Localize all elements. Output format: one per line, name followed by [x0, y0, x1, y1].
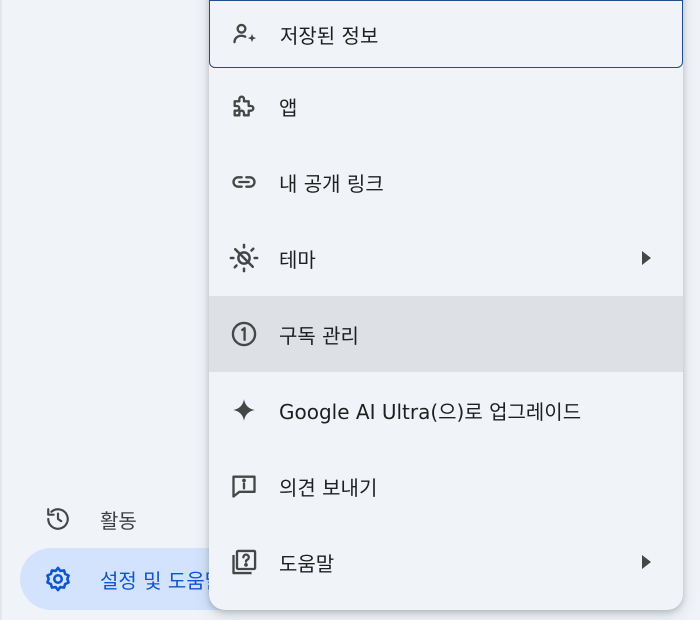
menu-item-label: Google AI Ultra(으)로 업그레이드 — [279, 399, 582, 424]
menu-item-label: 저장된 정보 — [280, 23, 379, 48]
menu-item-manage-subscription[interactable]: 구독 관리 — [209, 296, 683, 372]
menu-item-label: 테마 — [279, 247, 316, 272]
settings-menu: 저장된 정보 앱 내 공개 링크 테마 구독 관리 Google AI Ultr… — [209, 0, 683, 610]
menu-item-label: 구독 관리 — [279, 323, 359, 348]
sidebar-edge — [0, 0, 2, 620]
sidebar-item-label: 활동 — [100, 508, 137, 533]
menu-item-help[interactable]: 도움말 — [209, 524, 683, 600]
menu-item-theme[interactable]: 테마 — [209, 220, 683, 296]
subscription-icon — [229, 319, 259, 349]
menu-item-upgrade[interactable]: Google AI Ultra(으)로 업그레이드 — [209, 372, 683, 448]
theme-icon — [229, 243, 259, 273]
menu-item-send-feedback[interactable]: 의견 보내기 — [209, 448, 683, 524]
sparkle-icon — [229, 395, 259, 425]
person-sparkle-icon — [230, 19, 260, 49]
gear-icon — [44, 565, 72, 593]
menu-item-saved-info[interactable]: 저장된 정보 — [209, 0, 683, 68]
puzzle-icon — [229, 91, 259, 121]
menu-item-label: 내 공개 링크 — [279, 171, 384, 196]
menu-item-label: 도움말 — [279, 551, 335, 576]
menu-item-public-links[interactable]: 내 공개 링크 — [209, 144, 683, 220]
menu-item-label: 앱 — [279, 95, 298, 120]
sidebar-item-label: 설정 및 도움말 — [100, 568, 224, 593]
submenu-arrow-icon — [642, 251, 651, 265]
help-icon — [229, 547, 259, 577]
menu-item-apps[interactable]: 앱 — [209, 68, 683, 144]
menu-item-label: 의견 보내기 — [279, 475, 378, 500]
link-icon — [229, 167, 259, 197]
history-icon — [44, 505, 72, 533]
feedback-icon — [229, 471, 259, 501]
submenu-arrow-icon — [642, 555, 651, 569]
